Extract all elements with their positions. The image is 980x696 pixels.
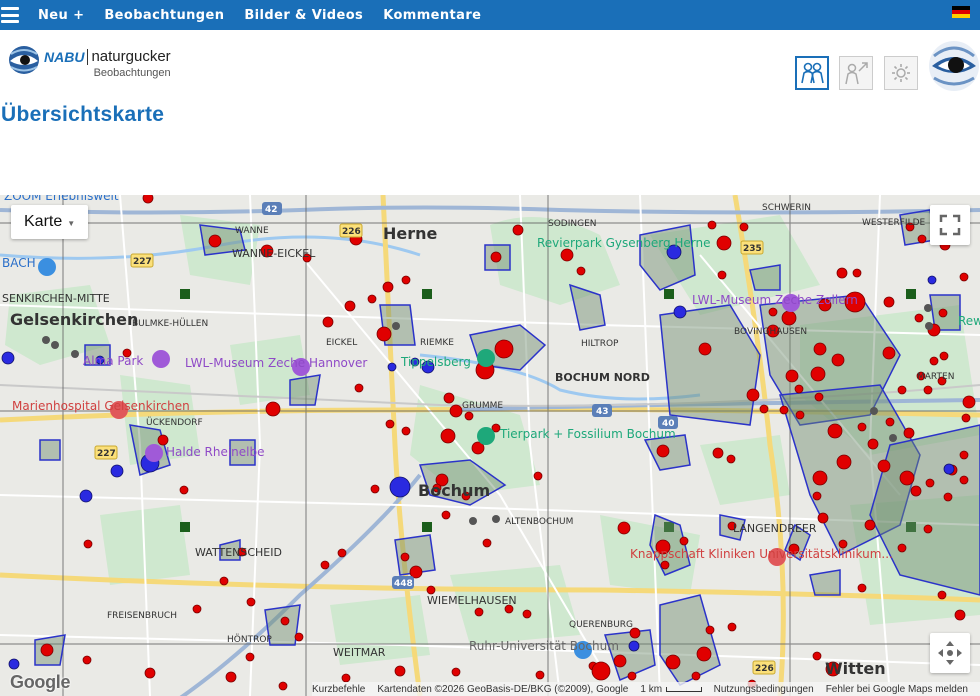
chevron-down-icon: ▼ [67,218,76,228]
road-235: 235 [743,244,762,254]
nav-observations[interactable]: Beobachtungen [104,8,224,23]
poi-amalia: Alma Park [83,354,143,368]
nav-media[interactable]: Bilder & Videos [244,8,363,23]
label-bovinghausen: BOVINGHAUSEN [734,327,807,337]
map-type-label: Karte [24,213,63,230]
fullscreen-icon [939,214,961,236]
map-attribution-bar: Kurzbefehle Kartendaten ©2026 GeoBasis-D… [312,682,980,696]
label-herne: Herne [383,224,438,243]
poi-marienhospital: Marienhospital Gelsenkirchen [12,399,190,413]
brand-nabu: NABU [44,48,85,65]
report-error-link[interactable]: Fehler bei Google Maps melden [826,684,968,695]
map-canvas[interactable]: 42 226 227 40 43 235 448 227 226 Herne W… [0,195,980,696]
label-wiemelhausen: WIEMELHAUSEN [427,594,517,607]
naturgucker-eye-icon[interactable] [928,40,980,92]
road-227: 227 [133,257,152,267]
label-sodingen: SODINGEN [548,219,597,229]
label-grumme: GRUMME [462,401,503,411]
label-querenburg: QUERENBURG [569,620,633,630]
people-icon [801,62,824,84]
poi-rewis: Rewi [958,314,980,328]
terms-link[interactable]: Nutzungsbedingungen [714,684,814,695]
label-gelsenkirchen-mitte: SENKIRCHEN-MITTE [2,292,110,305]
site-header: NABU naturgucker Beobachtungen [0,30,980,94]
label-altenbochum: ALTENBOCHUM [505,517,573,527]
poi-ruhr-uni: Ruhr-Universität Bochum [469,639,619,653]
road-227b: 227 [97,449,116,459]
brand-name: naturgucker [91,48,171,65]
label-bulmke: BULMKE-HÜLLEN [132,318,208,329]
road-226b: 226 [755,664,774,674]
gear-icon [892,64,910,82]
german-flag-icon[interactable] [952,6,970,18]
map-data-text: Kartendaten ©2026 GeoBasis-DE/BKG (©2009… [377,683,629,695]
person-arrow-button[interactable] [839,56,873,90]
top-nav-bar: Neu + Beobachtungen Bilder & Videos Komm… [0,0,980,30]
fullscreen-button[interactable] [930,205,970,245]
eye-logo-icon [9,46,39,74]
label-marten: MARTEN [917,372,954,382]
overview-map[interactable]: 42 226 227 40 43 235 448 227 226 Herne W… [0,195,980,696]
poi-knappschaft: Knappschaft Kliniken Universitätskliniku… [630,547,893,561]
brand-subtitle: Beobachtungen [93,67,171,79]
naturgucker-logo[interactable]: NABU naturgucker Beobachtungen [8,44,171,79]
road-43: 43 [596,407,609,417]
poi-zoom: ZOOM Erlebniswelt [4,195,119,203]
map-type-selector[interactable]: Karte ▼ [11,205,88,239]
label-bach: BACH [2,256,36,270]
menu-icon[interactable] [1,7,19,23]
poi-tippelsberg: Tippelsberg [400,355,471,369]
label-wanne: WANNE [235,226,269,236]
label-hiltrop: HILTROP [581,339,619,349]
label-bochum: Bochum [418,481,490,500]
label-witten: Witten [825,659,886,678]
label-wattenscheid: WATTENSCHEID [195,546,282,559]
label-westerfilde: WESTERFILDE [862,218,926,228]
nav-new[interactable]: Neu + [38,8,84,23]
scale-label[interactable]: 1 km [640,684,662,695]
poi-halde: Halde Rheinelbe [166,445,265,459]
poi-revierpark: Revierpark Gysenberg Herne [537,236,711,250]
google-logo[interactable]: Google [10,672,71,693]
scale-bar [666,686,702,692]
label-weitmar: WEITMAR [333,646,386,659]
label-uckendorf: ÜCKENDORF [146,417,203,428]
label-gelsenkirchen: Gelsenkirchen [10,310,138,329]
poi-lwl-zollern: LWL-Museum Zeche Zollern [692,293,858,307]
shortcuts-link[interactable]: Kurzbefehle [312,684,365,695]
label-freisenbruch: FREISENBRUCH [107,611,177,621]
label-hontrop: HÖNTROP [227,634,272,645]
label-bochum-nord: BOCHUM NORD [555,371,650,384]
label-wanne-eickel: WANNE-EICKEL [232,247,316,260]
label-langendreer: LANGENDREER [733,522,817,535]
page-title: Übersichtskarte [1,103,165,126]
settings-button[interactable] [884,56,918,90]
move-icon [938,641,962,665]
label-eickel: EICKEL [326,338,357,348]
poi-tierpark: Tierpark + Fossilium Bochum [499,427,676,441]
label-riemke: RIEMKE [420,338,454,348]
label-schwerin: SCHWERIN [762,203,811,213]
people-button[interactable] [795,56,829,90]
pan-control-button[interactable] [930,633,970,673]
poi-lwl-hannover: LWL-Museum Zeche Hannover [185,356,367,370]
road-448: 448 [394,579,413,589]
road-226: 226 [342,227,361,237]
person-arrow-icon [845,62,868,85]
nav-comments[interactable]: Kommentare [383,8,481,23]
road-42: 42 [265,205,278,215]
